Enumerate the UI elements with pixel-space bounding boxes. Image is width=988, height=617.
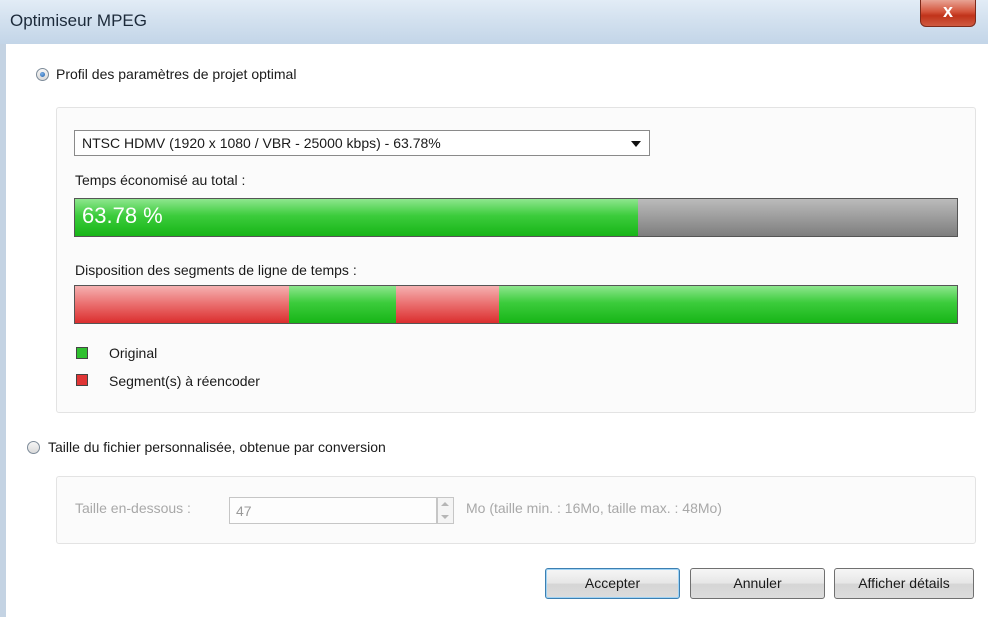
size-below-label: Taille en-dessous : <box>75 500 191 516</box>
size-input-value: 47 <box>236 503 252 519</box>
timeline-layout-label: Disposition des segments de ligne de tem… <box>75 262 357 278</box>
time-saved-progress-bar: 63.78 % <box>74 198 958 237</box>
timeline-segment-reencode <box>396 286 500 323</box>
window-frame-edge <box>0 44 6 617</box>
title-bar: Optimiseur MPEG x <box>0 0 988 45</box>
legend-reencode-swatch <box>76 374 88 386</box>
chevron-down-icon <box>631 141 641 147</box>
legend-reencode-label: Segment(s) à réencoder <box>109 373 260 389</box>
time-saved-percent-text: 63.78 % <box>82 203 163 228</box>
cancel-button[interactable]: Annuler <box>690 568 825 599</box>
show-details-button[interactable]: Afficher détails <box>834 568 974 599</box>
timeline-segments-bar <box>74 285 958 324</box>
close-button[interactable]: x <box>920 0 976 27</box>
size-input[interactable]: 47 <box>229 497 437 524</box>
profile-select[interactable]: NTSC HDMV (1920 x 1080 / VBR - 25000 kbp… <box>74 130 650 156</box>
optimal-profile-label[interactable]: Profil des paramètres de projet optimal <box>56 66 296 82</box>
timeline-segment-original <box>499 286 957 323</box>
timeline-segment-original <box>289 286 397 323</box>
time-saved-label: Temps économisé au total : <box>75 172 246 188</box>
custom-size-label[interactable]: Taille du fichier personnalisée, obtenue… <box>48 439 386 455</box>
legend-original-label: Original <box>109 345 158 361</box>
custom-size-radio[interactable] <box>27 441 40 454</box>
window-title: Optimiseur MPEG <box>10 11 147 30</box>
profile-select-value: NTSC HDMV (1920 x 1080 / VBR - 25000 kbp… <box>82 135 441 151</box>
stepper-up-icon[interactable] <box>441 502 449 506</box>
timeline-segment-reencode <box>75 286 290 323</box>
stepper-down-icon[interactable] <box>441 515 449 519</box>
legend-original-swatch <box>76 347 88 359</box>
accept-button[interactable]: Accepter <box>545 568 680 599</box>
close-icon: x <box>942 1 953 21</box>
size-stepper[interactable] <box>437 497 454 524</box>
size-unit-hint: Mo (taille min. : 16Mo, taille max. : 48… <box>466 500 722 516</box>
optimal-profile-radio[interactable] <box>36 68 49 81</box>
dialog-body: Profil des paramètres de projet optimal … <box>0 44 988 617</box>
